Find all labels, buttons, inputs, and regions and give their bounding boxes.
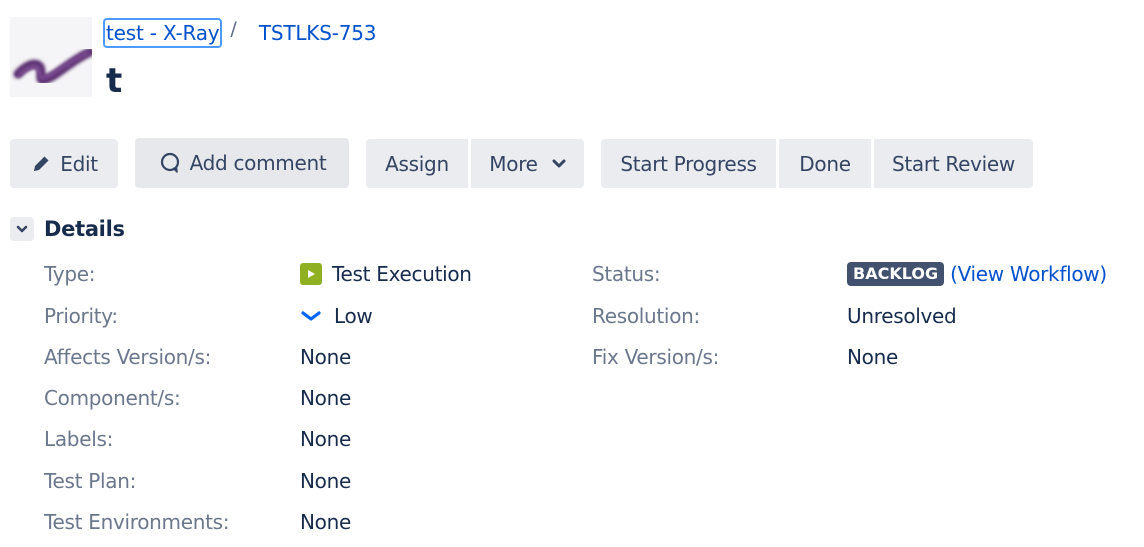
comment-icon <box>158 151 182 175</box>
fix-versions-label: Fix Version/s: <box>592 345 720 369</box>
test-plan-label: Test Plan: <box>44 469 137 493</box>
start-review-button-label: Start Review <box>892 151 1015 176</box>
breadcrumb-project-link[interactable]: test - X-Ray <box>103 18 223 48</box>
breadcrumb-issue-key-link[interactable]: TSTLKS-753 <box>257 19 378 47</box>
labels-value: None <box>300 427 351 451</box>
details-section-header: Details <box>10 214 125 244</box>
project-avatar-brush-stroke-icon <box>13 47 92 85</box>
assign-button-label: Assign <box>385 151 449 176</box>
project-avatar[interactable] <box>10 17 92 97</box>
type-value: Test Execution <box>300 262 472 286</box>
affects-versions-value: None <box>300 345 351 369</box>
assign-button[interactable]: Assign <box>366 139 468 188</box>
more-button[interactable]: More <box>471 139 584 188</box>
pencil-icon <box>30 153 52 175</box>
status-badge: BACKLOG <box>847 262 945 286</box>
edit-button-label: Edit <box>60 151 98 176</box>
details-title: Details <box>44 217 125 241</box>
test-plan-value: None <box>300 469 351 493</box>
test-execution-icon <box>300 263 322 285</box>
start-progress-button-label: Start Progress <box>620 151 757 176</box>
status-label: Status: <box>592 262 661 286</box>
done-button[interactable]: Done <box>779 139 871 188</box>
components-value: None <box>300 386 351 410</box>
type-value-text: Test Execution <box>332 262 472 286</box>
chevron-down-icon <box>16 225 28 234</box>
priority-value: Low <box>300 304 373 328</box>
test-environments-label: Test Environments: <box>44 510 230 534</box>
chevron-down-icon <box>552 159 566 169</box>
labels-label: Labels: <box>44 427 114 451</box>
resolution-value: Unresolved <box>847 304 957 328</box>
edit-button[interactable]: Edit <box>10 139 118 188</box>
affects-versions-label: Affects Version/s: <box>44 345 212 369</box>
fix-versions-value: None <box>847 345 898 369</box>
priority-label: Priority: <box>44 304 118 328</box>
test-environments-value: None <box>300 510 351 534</box>
priority-value-text: Low <box>334 304 373 328</box>
breadcrumb-separator: / <box>230 18 237 40</box>
start-review-button[interactable]: Start Review <box>874 139 1033 188</box>
breadcrumb: test - X-Ray / TSTLKS-753 <box>103 16 378 50</box>
resolution-label: Resolution: <box>592 304 700 328</box>
start-progress-button[interactable]: Start Progress <box>601 139 776 188</box>
status-value: BACKLOG (View Workflow) <box>847 262 1107 286</box>
done-button-label: Done <box>799 151 851 176</box>
more-button-label: More <box>489 151 538 176</box>
add-comment-button-label: Add comment <box>189 151 327 175</box>
type-label: Type: <box>44 262 96 286</box>
view-workflow-link[interactable]: (View Workflow) <box>950 262 1107 286</box>
details-toggle-button[interactable] <box>10 217 34 241</box>
priority-low-icon <box>300 309 322 323</box>
add-comment-button[interactable]: Add comment <box>135 138 349 188</box>
components-label: Component/s: <box>44 386 181 410</box>
issue-title[interactable]: t <box>106 58 122 104</box>
